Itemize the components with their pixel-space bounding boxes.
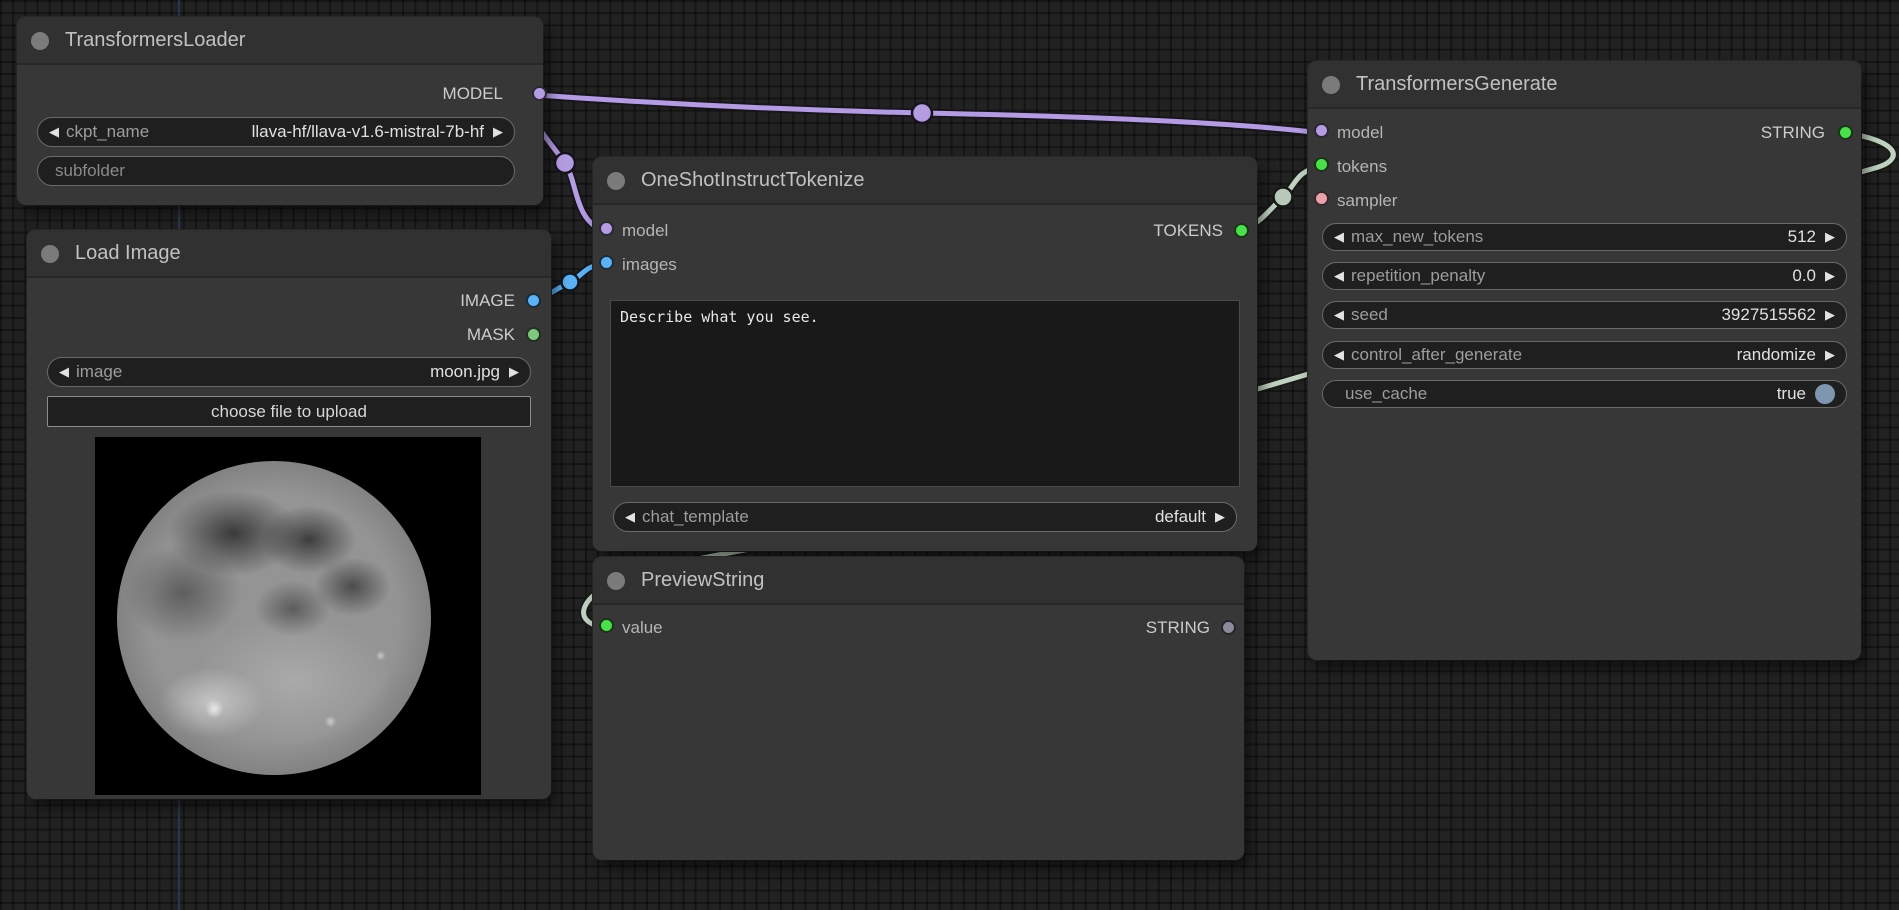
output-label-mask: MASK	[395, 325, 515, 345]
node-previewstring[interactable]: PreviewString value STRING	[593, 557, 1244, 860]
node-title: PreviewString	[641, 569, 764, 592]
widget-value: 0.0	[1792, 266, 1816, 286]
reroute-dot[interactable]	[555, 153, 575, 173]
output-label-tokens: TOKENS	[1083, 221, 1223, 241]
input-label-tokens: tokens	[1337, 157, 1477, 177]
widget-image-file[interactable]: ◀ image moon.jpg ▶	[47, 357, 531, 387]
node-title-bar: Load Image	[27, 230, 551, 278]
decrement-arrow-icon[interactable]: ◀	[1334, 261, 1344, 291]
output-slot-tokens[interactable]	[1234, 223, 1249, 238]
subfolder-input[interactable]: subfolder	[37, 156, 515, 186]
node-title-bar: TransformersGenerate	[1308, 61, 1861, 109]
increment-arrow-icon[interactable]: ▶	[493, 117, 503, 147]
widget-label: control_after_generate	[1351, 345, 1522, 365]
input-label-model: model	[622, 221, 762, 241]
collapse-dot[interactable]	[31, 32, 49, 50]
reroute-dot[interactable]	[562, 274, 579, 291]
output-slot-image[interactable]	[526, 293, 541, 308]
widget-label: use_cache	[1345, 384, 1427, 404]
widget-label: seed	[1351, 305, 1388, 325]
choose-file-button[interactable]: choose file to upload	[47, 396, 531, 427]
output-slot-mask[interactable]	[526, 327, 541, 342]
node-transformersloader[interactable]: TransformersLoader MODEL ◀ ckpt_name lla…	[17, 17, 543, 205]
input-slot-sampler[interactable]	[1314, 191, 1329, 206]
widget-label: image	[76, 362, 122, 382]
widget-control-after-generate[interactable]: ◀ control_after_generate randomize ▶	[1322, 341, 1847, 369]
node-title: OneShotInstructTokenize	[641, 169, 864, 192]
input-placeholder: subfolder	[55, 161, 125, 181]
decrement-arrow-icon[interactable]: ◀	[49, 117, 59, 147]
input-slot-images[interactable]	[599, 255, 614, 270]
output-slot-model[interactable]	[532, 86, 547, 101]
widget-value: 512	[1788, 227, 1816, 247]
collapse-dot[interactable]	[607, 572, 625, 590]
decrement-arrow-icon[interactable]: ◀	[59, 357, 69, 387]
increment-arrow-icon[interactable]: ▶	[1825, 222, 1835, 252]
node-title: TransformersGenerate	[1356, 73, 1558, 96]
widget-seed[interactable]: ◀ seed 3927515562 ▶	[1322, 301, 1847, 329]
widget-value: 3927515562	[1721, 305, 1816, 325]
node-title: TransformersLoader	[65, 29, 245, 52]
increment-arrow-icon[interactable]: ▶	[509, 357, 519, 387]
output-label-model: MODEL	[383, 84, 503, 104]
input-label-images: images	[622, 255, 762, 275]
decrement-arrow-icon[interactable]: ◀	[625, 502, 635, 532]
widget-repetition-penalty[interactable]: ◀ repetition_penalty 0.0 ▶	[1322, 262, 1847, 290]
reroute-dot[interactable]	[912, 103, 932, 123]
decrement-arrow-icon[interactable]: ◀	[1334, 340, 1344, 370]
increment-arrow-icon[interactable]: ▶	[1825, 300, 1835, 330]
node-title-bar: PreviewString	[593, 557, 1244, 605]
widget-value: default	[1155, 507, 1206, 527]
output-label-string: STRING	[1070, 618, 1210, 638]
input-slot-tokens[interactable]	[1314, 157, 1329, 172]
input-slot-model[interactable]	[599, 221, 614, 236]
output-slot-string[interactable]	[1221, 620, 1236, 635]
input-label-sampler: sampler	[1337, 191, 1477, 211]
input-label-value: value	[622, 618, 762, 638]
node-oneshotinstructtokenize[interactable]: OneShotInstructTokenize model images TOK…	[593, 157, 1257, 551]
use-cache-toggle[interactable]	[1815, 384, 1835, 404]
prompt-textarea[interactable]: Describe what you see.	[610, 300, 1240, 487]
decrement-arrow-icon[interactable]: ◀	[1334, 222, 1344, 252]
output-label-image: IMAGE	[395, 291, 515, 311]
node-title: Load Image	[75, 242, 181, 265]
image-preview	[95, 437, 481, 795]
increment-arrow-icon[interactable]: ▶	[1825, 340, 1835, 370]
input-label-model: model	[1337, 123, 1477, 143]
collapse-dot[interactable]	[607, 172, 625, 190]
node-title-bar: OneShotInstructTokenize	[593, 157, 1257, 205]
widget-max-new-tokens[interactable]: ◀ max_new_tokens 512 ▶	[1322, 223, 1847, 251]
widget-label: chat_template	[642, 507, 749, 527]
node-load-image[interactable]: Load Image IMAGE MASK ◀ image moon.jpg ▶…	[27, 230, 551, 799]
widget-value: llava-hf/llava-v1.6-mistral-7b-hf	[252, 122, 484, 142]
node-title-bar: TransformersLoader	[17, 17, 543, 65]
widget-chat-template[interactable]: ◀ chat_template default ▶	[613, 502, 1237, 532]
widget-value: moon.jpg	[430, 362, 500, 382]
reroute-dot[interactable]	[1274, 188, 1293, 207]
widget-use-cache[interactable]: use_cache true	[1322, 380, 1847, 408]
increment-arrow-icon[interactable]: ▶	[1825, 261, 1835, 291]
decrement-arrow-icon[interactable]: ◀	[1334, 300, 1344, 330]
node-graph-canvas[interactable]: TransformersLoader MODEL ◀ ckpt_name lla…	[0, 0, 1899, 910]
widget-label: max_new_tokens	[1351, 227, 1483, 247]
widget-value: true	[1777, 384, 1806, 404]
node-transformersgenerate[interactable]: TransformersGenerate model tokens sample…	[1308, 61, 1861, 660]
output-label-string: STRING	[1685, 123, 1825, 143]
widget-label: repetition_penalty	[1351, 266, 1485, 286]
input-slot-model[interactable]	[1314, 123, 1329, 138]
increment-arrow-icon[interactable]: ▶	[1215, 502, 1225, 532]
widget-ckpt-name[interactable]: ◀ ckpt_name llava-hf/llava-v1.6-mistral-…	[37, 117, 515, 147]
input-slot-value[interactable]	[599, 618, 614, 633]
widget-value: randomize	[1737, 345, 1816, 365]
output-slot-string[interactable]	[1838, 125, 1853, 140]
collapse-dot[interactable]	[1322, 76, 1340, 94]
moon-image	[117, 461, 431, 775]
widget-label: ckpt_name	[66, 122, 149, 142]
collapse-dot[interactable]	[41, 245, 59, 263]
